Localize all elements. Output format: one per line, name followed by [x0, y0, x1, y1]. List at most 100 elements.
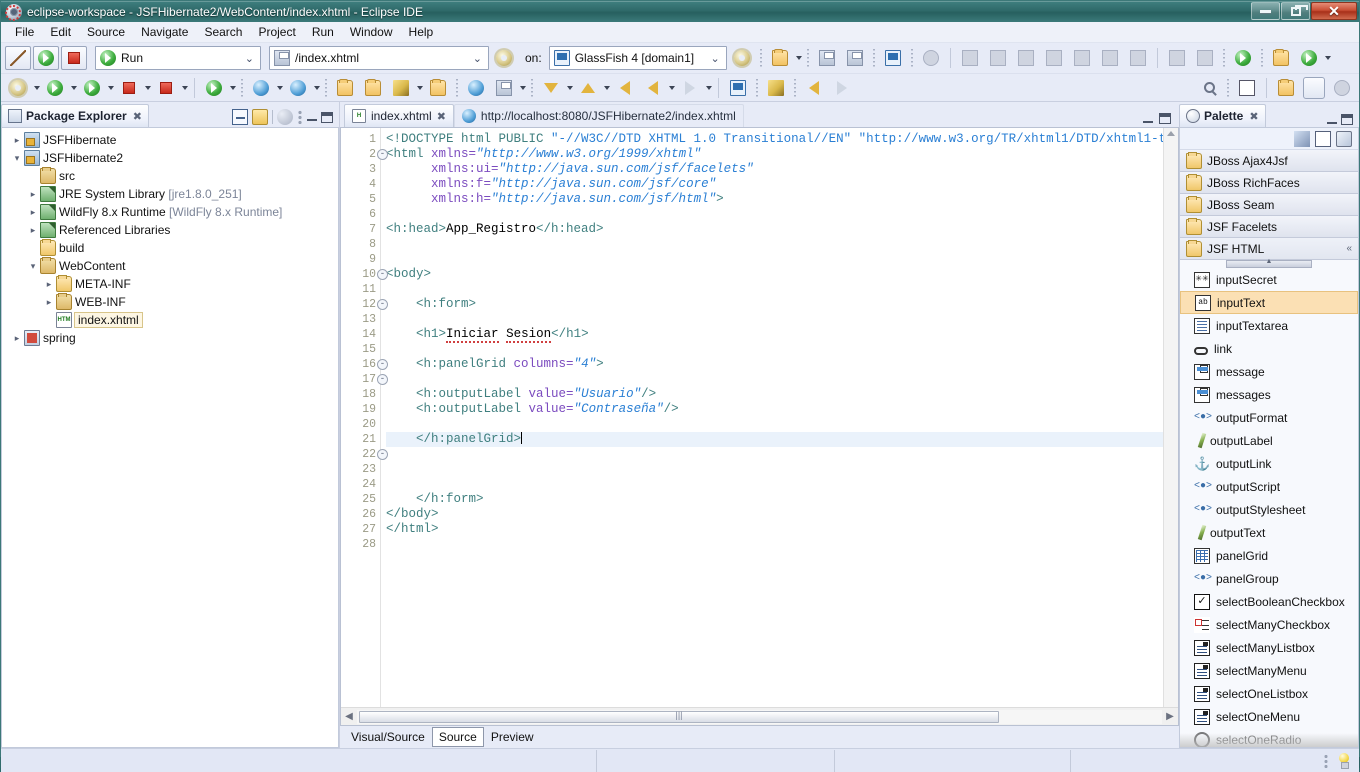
palette-category-jboss-richfaces[interactable]: JBoss RichFaces — [1180, 172, 1358, 194]
close-icon[interactable]: ✖ — [133, 110, 142, 123]
run-dropdown[interactable] — [71, 86, 77, 90]
new-wizard-dropdown[interactable] — [796, 56, 802, 60]
palette-item-outputlabel[interactable]: outputLabel — [1180, 429, 1358, 452]
next-annotation-button[interactable] — [1164, 46, 1190, 70]
code-area[interactable]: 12-345678910-1112-13141516-17-1819202122… — [341, 128, 1178, 707]
minimize-button[interactable] — [1251, 2, 1280, 20]
palette-item-selectmanymenu[interactable]: selectManyMenu — [1180, 659, 1358, 682]
run-server-button[interactable] — [79, 76, 105, 100]
edit-button[interactable] — [388, 76, 414, 100]
menu-window[interactable]: Window — [342, 23, 401, 41]
link-with-editor-icon[interactable] — [252, 109, 268, 125]
search-type-button[interactable] — [285, 76, 311, 100]
tree-item-referenced-libraries[interactable]: Referenced Libraries — [2, 221, 338, 239]
palette-item-panelgrid[interactable]: panelGrid — [1180, 544, 1358, 567]
profile-dropdown[interactable] — [182, 86, 188, 90]
tab-visual-source[interactable]: Visual/Source — [344, 727, 432, 747]
new-web-button[interactable] — [248, 76, 274, 100]
back-history-button[interactable] — [612, 76, 638, 100]
editor-horizontal-scrollbar[interactable]: ◀ ▶ — [341, 707, 1178, 725]
code-line[interactable] — [386, 447, 1163, 462]
skip-breakpoints-button[interactable] — [918, 46, 944, 70]
suspend-button[interactable] — [985, 46, 1011, 70]
tab-browser-preview[interactable]: http://localhost:8080/JSFHibernate2/inde… — [454, 104, 744, 127]
forward-dropdown[interactable] — [706, 86, 712, 90]
tree-twisty-closed-icon[interactable] — [10, 333, 24, 344]
code-line[interactable] — [386, 477, 1163, 492]
terminate-button[interactable] — [1013, 46, 1039, 70]
code-line[interactable]: <h:outputLabel value="Usuario"/> — [386, 387, 1163, 402]
view-menu-icon[interactable] — [277, 109, 293, 125]
code-line[interactable]: xmlns:f="http://java.sun.com/jsf/core" — [386, 177, 1163, 192]
editor-vertical-scrollbar[interactable] — [1163, 128, 1178, 707]
palette-category-jboss-ajax4jsf[interactable]: JBoss Ajax4Jsf — [1180, 150, 1358, 172]
step-return-button[interactable] — [1125, 46, 1151, 70]
run-mode-combo[interactable]: Run ⌄ — [95, 46, 261, 70]
code-line[interactable] — [386, 537, 1163, 552]
run-button[interactable] — [33, 46, 59, 70]
tree-item-jsfhibernate[interactable]: JSFHibernate — [2, 131, 338, 149]
tree-item-webcontent[interactable]: WebContent — [2, 257, 338, 275]
palette-item-messages[interactable]: messages — [1180, 383, 1358, 406]
menu-source[interactable]: Source — [79, 23, 133, 41]
menu-help[interactable]: Help — [401, 23, 442, 41]
code-line[interactable]: <h:outputLabel value="Contraseña"/> — [386, 402, 1163, 417]
stop-dropdown[interactable] — [145, 86, 151, 90]
upload-dropdown[interactable] — [604, 86, 610, 90]
step-over-button[interactable] — [1097, 46, 1123, 70]
project-tree[interactable]: JSFHibernateJSFHibernate2srcJRE System L… — [1, 127, 339, 748]
view-menu-dots-icon[interactable] — [297, 110, 303, 124]
palette-item-panelgroup[interactable]: <●>panelGroup — [1180, 567, 1358, 590]
code-line[interactable]: xmlns:h="http://java.sun.com/jsf/html"> — [386, 192, 1163, 207]
search-button[interactable] — [1196, 76, 1222, 100]
tree-item-index-xhtml[interactable]: HTMindex.xhtml — [2, 311, 338, 329]
menu-run[interactable]: Run — [304, 23, 342, 41]
palette-item-outputscript[interactable]: <●>outputScript — [1180, 475, 1358, 498]
maximize-view-icon[interactable] — [1341, 114, 1353, 125]
code-line[interactable]: <html xmlns="http://www.w3.org/1999/xhtm… — [386, 147, 1163, 162]
fold-toggle-icon[interactable]: - — [377, 299, 388, 310]
tab-package-explorer[interactable]: Package Explorer ✖ — [1, 104, 149, 127]
palette-category-jsf-html[interactable]: JSF HTML« — [1180, 238, 1358, 260]
code-line[interactable]: <!DOCTYPE html PUBLIC "-//W3C//DTD XHTML… — [386, 132, 1163, 147]
open-console-button[interactable] — [880, 46, 906, 70]
tree-twisty-closed-icon[interactable] — [10, 135, 24, 146]
palette-item-selectmanylistbox[interactable]: selectManyListbox — [1180, 636, 1358, 659]
minimize-editor-icon[interactable] — [1143, 115, 1153, 123]
debug-button[interactable] — [5, 76, 31, 100]
code-line[interactable]: <h:panelGrid columns="4"> — [386, 357, 1163, 372]
tree-twisty-closed-icon[interactable] — [26, 225, 40, 236]
code-line[interactable] — [386, 462, 1163, 477]
debug-dropdown[interactable] — [34, 86, 40, 90]
highlight-button[interactable] — [763, 76, 789, 100]
customize-palette-icon[interactable] — [1294, 131, 1310, 147]
palette-item-message[interactable]: message — [1180, 360, 1358, 383]
external-tools-button[interactable] — [201, 76, 227, 100]
palette-help-icon[interactable] — [1336, 131, 1352, 147]
palette-body[interactable]: JBoss Ajax4JsfJBoss RichFacesJBoss SeamJ… — [1179, 127, 1359, 748]
new-web-dropdown[interactable] — [277, 86, 283, 90]
java-ee-perspective-button[interactable] — [1273, 76, 1299, 100]
code-line[interactable]: <h:head>App_Registro</h:head> — [386, 222, 1163, 237]
tree-item-jsfhibernate2[interactable]: JSFHibernate2 — [2, 149, 338, 167]
minimize-view-icon[interactable] — [307, 113, 317, 121]
new-project-button[interactable] — [1296, 46, 1322, 70]
palette-item-selectonelistbox[interactable]: selectOneListbox — [1180, 682, 1358, 705]
palette-item-inputtext[interactable]: abinputText — [1180, 291, 1358, 314]
save-all-button[interactable] — [842, 46, 868, 70]
back-button[interactable] — [640, 76, 666, 100]
new-project-dropdown[interactable] — [1325, 56, 1331, 60]
tree-item-wildfly-8-x-runtime[interactable]: WildFly 8.x Runtime [WildFly 8.x Runtime… — [2, 203, 338, 221]
hscroll-track[interactable] — [357, 710, 1162, 724]
edit-dropdown[interactable] — [417, 86, 423, 90]
search-type-dropdown[interactable] — [314, 86, 320, 90]
tree-item-jre-system-library[interactable]: JRE System Library [jre1.8.0_251] — [2, 185, 338, 203]
maximize-button[interactable] — [1281, 2, 1310, 20]
quick-fix-bulb-icon[interactable] — [1337, 753, 1351, 769]
properties-button[interactable] — [491, 76, 517, 100]
web-browser-button[interactable] — [463, 76, 489, 100]
fold-toggle-icon[interactable]: - — [377, 359, 388, 370]
code-line[interactable] — [386, 312, 1163, 327]
code-line[interactable]: </html> — [386, 522, 1163, 537]
palette-item-link[interactable]: link — [1180, 337, 1358, 360]
